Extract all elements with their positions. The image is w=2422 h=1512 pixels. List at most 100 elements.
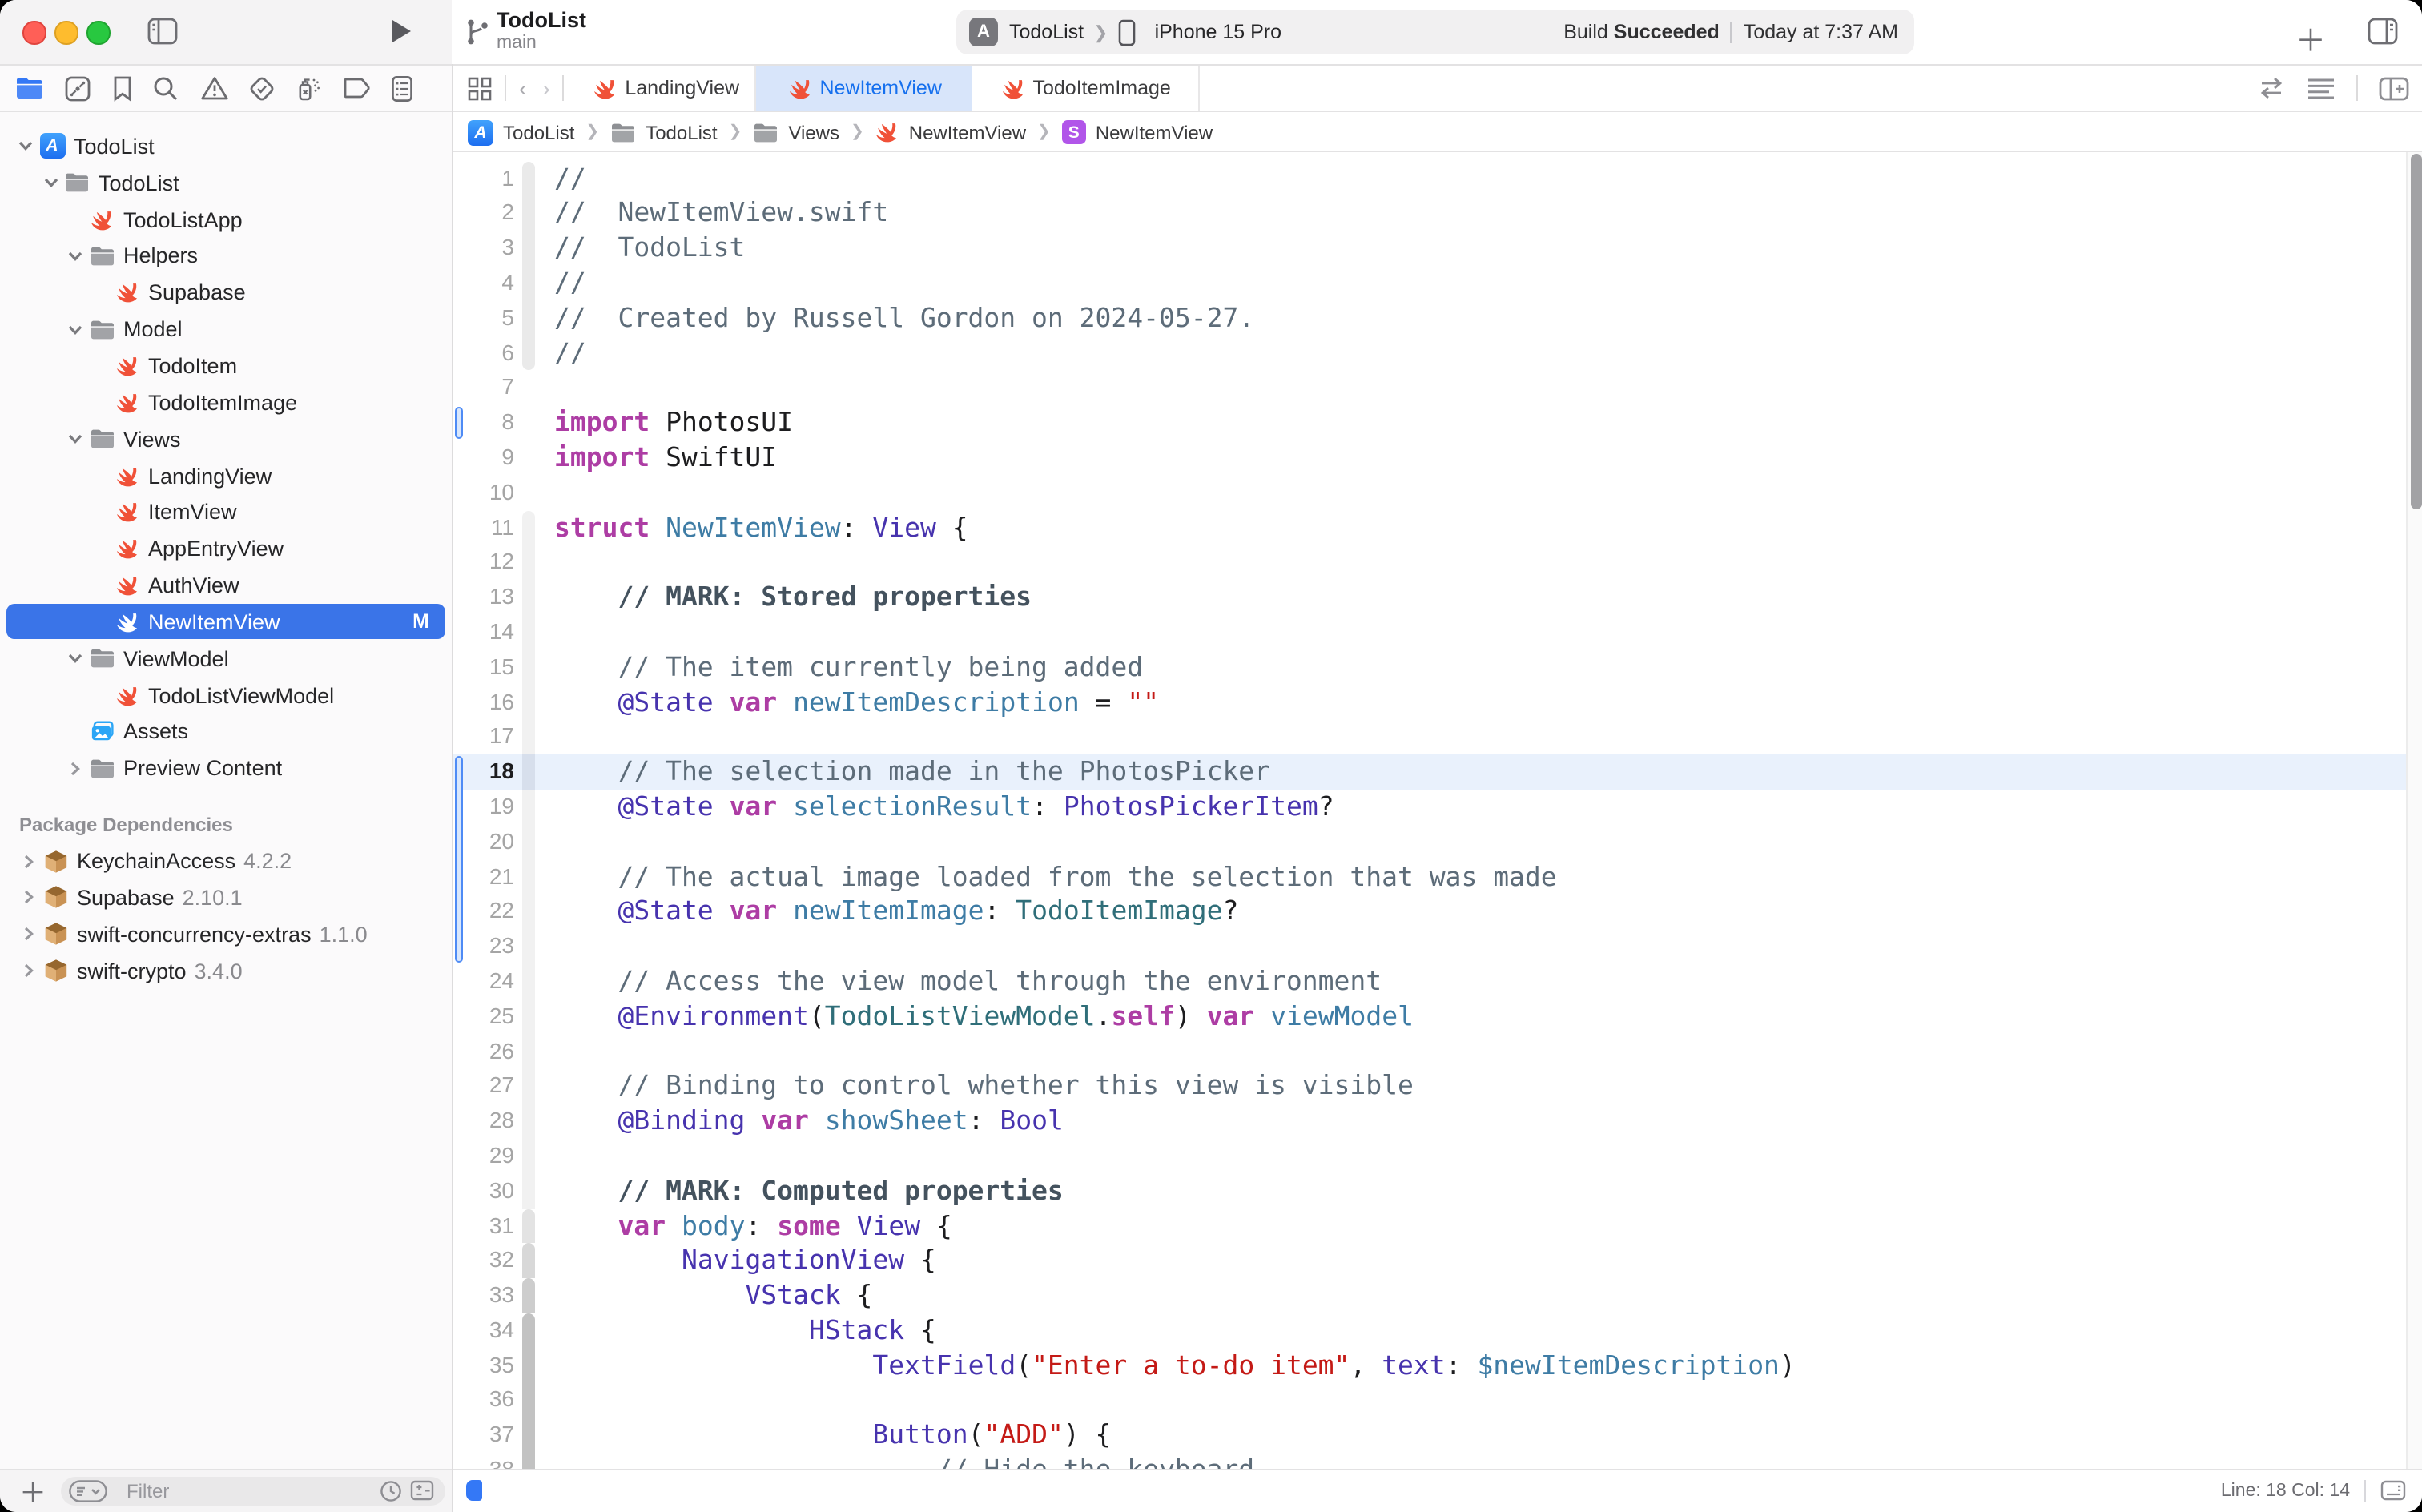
chevron-down-icon[interactable] [38,177,63,190]
related-items-icon[interactable] [468,76,492,100]
breakpoints-icon[interactable] [342,77,371,99]
forward-icon[interactable]: › [542,75,549,101]
sidebar-divider[interactable] [452,64,453,1512]
project-navigator-icon[interactable] [14,75,45,101]
fold-ribbon[interactable] [522,1069,535,1104]
find-icon[interactable] [152,74,179,102]
chevron-right-icon[interactable] [16,890,42,906]
fold-ribbon[interactable] [522,580,535,615]
fold-ribbon[interactable] [522,1418,535,1454]
tests-icon[interactable] [248,74,276,102]
recent-files-icon[interactable] [380,1480,402,1502]
code-line-5[interactable]: 5// Created by Russell Gordon on 2024-05… [453,301,2422,336]
chevron-down-icon[interactable] [13,140,38,153]
tab-TodoItemImage[interactable]: TodoItemImage [973,66,1201,111]
code-line-24[interactable]: 24 // Access the view model through the … [453,964,2422,999]
chevron-right-icon[interactable] [16,853,42,869]
sidebar-item-Views[interactable]: Views [0,421,452,458]
code-line-14[interactable]: 14 [453,615,2422,650]
filter-field[interactable]: Filter [61,1477,445,1506]
tab-LandingView[interactable]: LandingView [577,66,757,111]
fold-ribbon[interactable] [522,895,535,930]
add-file-button[interactable]: ＋ [19,1471,46,1511]
code-line-23[interactable]: 23 [453,929,2422,964]
fold-ribbon[interactable] [522,824,535,859]
sidebar-item-ViewModel[interactable]: ViewModel [0,641,452,678]
fold-ribbon[interactable] [522,1313,535,1349]
breadcrumb-item[interactable]: TodoList [503,121,574,143]
code-line-13[interactable]: 13 // MARK: Stored properties [453,580,2422,615]
sidebar-item-LandingView[interactable]: LandingView [0,457,452,494]
scrollbar[interactable] [2406,152,2422,1468]
sidebar-item-TodoList[interactable]: ATodoList [0,128,452,165]
tab-NewItemView[interactable]: NewItemView [757,66,973,111]
code-line-4[interactable]: 4// [453,266,2422,301]
fold-ribbon[interactable] [522,929,535,964]
code-line-17[interactable]: 17 [453,720,2422,755]
code-line-27[interactable]: 27 // Binding to control whether this vi… [453,1069,2422,1104]
keyboard-icon[interactable] [2380,1481,2406,1502]
run-button[interactable] [389,18,413,45]
sidebar-item-ItemView[interactable]: ItemView [0,494,452,531]
fold-ribbon[interactable] [522,1278,535,1313]
scheme-selector[interactable]: A TodoList ❯ iPhone 15 Pro Build Succeed… [956,10,1914,54]
sidebar-item-Assets[interactable]: Assets [0,714,452,750]
fold-ribbon[interactable] [522,999,535,1034]
fold-ribbon[interactable] [522,720,535,755]
fold-ribbon[interactable] [522,859,535,895]
fold-ribbon[interactable] [522,650,535,686]
sidebar-item-TodoList[interactable]: TodoList [0,165,452,202]
fold-ribbon[interactable] [522,1244,535,1279]
package-item-swift-concurrency-extras[interactable]: swift-concurrency-extras1.1.0 [0,916,452,953]
code-line-1[interactable]: 1// [453,161,2422,196]
add-editor-icon[interactable] [2379,76,2409,100]
code-line-18[interactable]: 18 // The selection made in the PhotosPi… [453,754,2422,790]
code-line-15[interactable]: 15 // The item currently being added [453,650,2422,686]
add-button[interactable]: ＋ [2295,18,2326,61]
fold-ribbon[interactable] [522,685,535,720]
chevron-down-icon[interactable] [62,323,88,336]
sidebar-item-Preview Content[interactable]: Preview Content [0,750,452,787]
scheme-device[interactable]: iPhone 15 Pro [1155,21,1281,43]
scheme-target[interactable]: TodoList [1009,21,1084,43]
code-line-6[interactable]: 6// [453,336,2422,371]
chevron-down-icon[interactable] [62,432,88,445]
sidebar-item-TodoItemImage[interactable]: TodoItemImage [0,384,452,421]
fold-ribbon[interactable] [522,510,535,545]
breadcrumb-item[interactable]: TodoList [646,121,717,143]
chevron-right-icon[interactable] [16,927,42,943]
fold-ribbon[interactable] [522,790,535,825]
code-line-25[interactable]: 25 @Environment(TodoListViewModel.self) … [453,999,2422,1034]
code-line-35[interactable]: 35 TextField("Enter a to-do item", text:… [453,1348,2422,1383]
chevron-right-icon[interactable] [62,761,88,777]
code-line-30[interactable]: 30 // MARK: Computed properties [453,1173,2422,1208]
reports-icon[interactable] [391,74,413,102]
code-line-22[interactable]: 22 @State var newItemImage: TodoItemImag… [453,895,2422,930]
fold-ribbon[interactable] [522,336,535,371]
code-line-26[interactable]: 26 [453,1034,2422,1069]
code-line-2[interactable]: 2// NewItemView.swift [453,196,2422,231]
sidebar-item-NewItemView[interactable]: NewItemViewM [0,604,452,641]
fold-ribbon[interactable] [522,964,535,999]
close-window-button[interactable] [22,21,46,44]
fold-ribbon[interactable] [522,1453,535,1468]
sidebar-item-Supabase[interactable]: Supabase [0,275,452,312]
breadcrumb-item[interactable]: NewItemView [1096,121,1213,143]
sidebar-item-Model[interactable]: Model [0,311,452,348]
code-line-34[interactable]: 34 HStack { [453,1313,2422,1349]
code-line-7[interactable]: 7 [453,371,2422,406]
source-editor[interactable]: 1//2// NewItemView.swift3// TodoList4//5… [453,152,2422,1468]
back-icon[interactable]: ‹ [519,75,526,101]
scrollbar-thumb[interactable] [2410,154,2421,509]
code-line-12[interactable]: 12 [453,545,2422,581]
package-item-swift-crypto[interactable]: swift-crypto3.4.0 [0,952,452,989]
code-line-32[interactable]: 32 NavigationView { [453,1244,2422,1279]
bookmarks-icon[interactable] [112,74,133,102]
fold-ribbon[interactable] [522,754,535,790]
code-line-20[interactable]: 20 [453,824,2422,859]
issues-icon[interactable] [199,75,228,101]
fold-ribbon[interactable] [522,1208,535,1244]
toggle-sidebar-icon[interactable] [147,18,178,45]
sidebar-item-AppEntryView[interactable]: AppEntryView [0,531,452,568]
chevron-right-icon[interactable] [16,963,42,979]
